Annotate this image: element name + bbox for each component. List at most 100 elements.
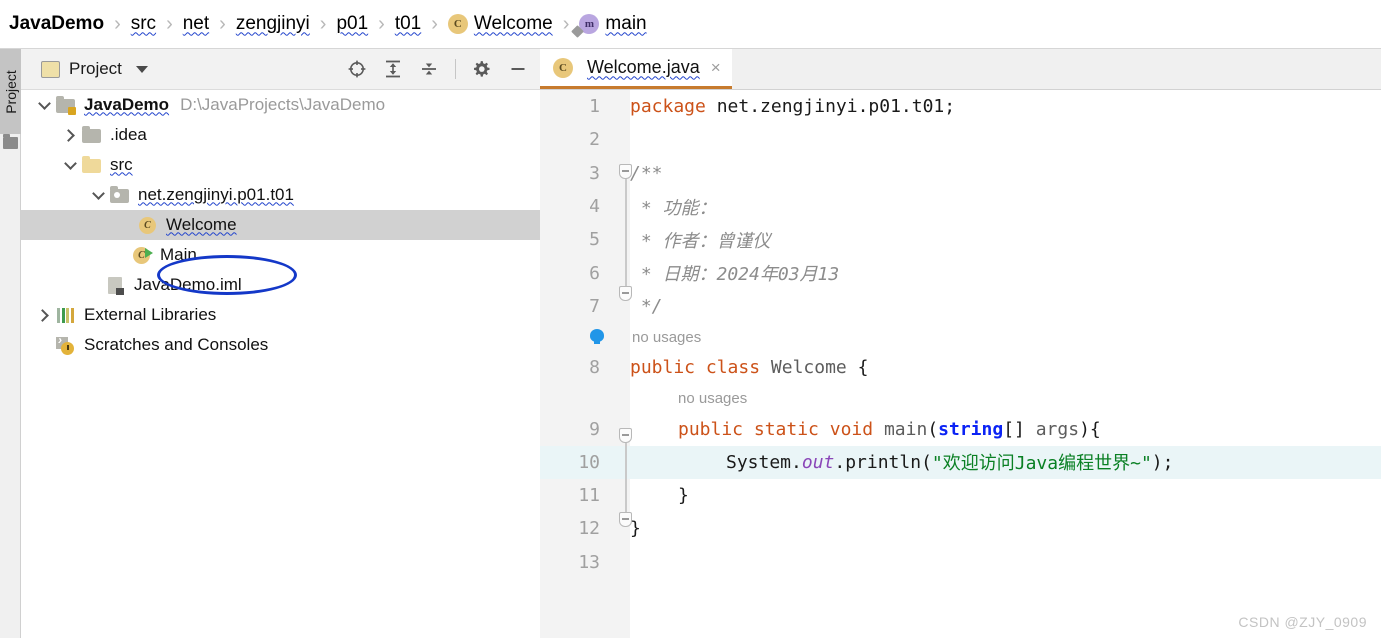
tree-node-welcome[interactable]: C Welcome — [21, 210, 540, 240]
keyword-public: public — [630, 357, 696, 379]
editor-area: C Welcome.java × 1 2 3 4 5 6 7 8 9 10 11 — [540, 49, 1381, 638]
editor-tab-label: Welcome.java — [587, 56, 700, 77]
param-args: args — [1035, 418, 1080, 440]
scratches-icon — [55, 335, 77, 355]
folder-icon — [3, 134, 18, 149]
toolbar-divider — [455, 59, 456, 79]
code-line-6: * 日期：2024年03月13 — [630, 256, 1381, 289]
keyword-public: public — [678, 418, 744, 440]
project-title: Project — [69, 59, 122, 78]
code-text[interactable]: package net.zengjinyi.p01.t01; /** * 功能：… — [630, 90, 1381, 638]
tree-node-label: net.zengjinyi.p01.t01 — [138, 184, 294, 204]
breadcrumb-label: p01 — [336, 12, 369, 34]
editor-tab-welcome-java[interactable]: C Welcome.java × — [540, 49, 732, 89]
gutter-line: 9 — [540, 412, 630, 445]
watermark: CSDN @ZJY_0909 — [1238, 614, 1367, 630]
code-line-8: public class Welcome { — [630, 351, 1381, 384]
system-ref: System. — [726, 451, 802, 473]
tree-node-main[interactable]: C Main — [21, 240, 540, 270]
editor-gutter[interactable]: 1 2 3 4 5 6 7 8 9 10 11 12 13 — [540, 90, 630, 638]
chevron-down-icon[interactable] — [59, 150, 81, 180]
tree-node-javademo[interactable]: JavaDemo D:\JavaProjects\JavaDemo — [21, 90, 540, 120]
hide-panel-icon[interactable] — [508, 59, 528, 79]
line-number: 5 — [589, 229, 600, 251]
line-number: 4 — [589, 196, 600, 218]
gutter-line: 7 — [540, 290, 630, 323]
chevron-down-icon[interactable] — [135, 65, 148, 73]
string-literal: "欢迎访问Java编程世界~" — [931, 453, 1152, 475]
chevron-down-icon[interactable] — [87, 180, 109, 210]
code-editor[interactable]: 1 2 3 4 5 6 7 8 9 10 11 12 13 package ne… — [540, 90, 1381, 638]
breadcrumb-item-p01[interactable]: p01 — [336, 0, 368, 48]
breadcrumb-separator-icon: › — [378, 12, 385, 35]
gutter-line: 13 — [540, 546, 630, 579]
tree-node-label: Main — [160, 244, 197, 264]
project-title-group[interactable]: Project — [41, 59, 148, 79]
runnable-class-icon: C — [131, 245, 153, 265]
folder-icon — [81, 125, 103, 145]
code-line-11: } — [630, 479, 1381, 512]
tree-node-label: JavaDemo — [84, 94, 170, 114]
breadcrumb-item-src[interactable]: src — [131, 0, 156, 48]
intention-bulb-icon[interactable] — [590, 329, 605, 344]
tree-node-external-libraries[interactable]: External Libraries — [21, 300, 540, 330]
line-number: 6 — [589, 262, 600, 284]
line-number: 7 — [589, 295, 600, 317]
code-folding-column[interactable] — [619, 90, 632, 638]
line-number: 3 — [589, 162, 600, 184]
method-name: main — [883, 418, 928, 440]
code-line-4: * 功能： — [630, 190, 1381, 223]
breadcrumb-label: Welcome — [473, 12, 553, 34]
tool-window-tab-project[interactable]: Project — [0, 49, 21, 134]
breadcrumb-separator-icon: › — [114, 12, 121, 35]
line-number: 12 — [578, 518, 600, 540]
tree-node-label: External Libraries — [84, 304, 217, 324]
usages-hint-class[interactable]: no usages — [630, 323, 1381, 351]
expand-all-icon[interactable] — [383, 59, 403, 79]
tree-node-package[interactable]: net.zengjinyi.p01.t01 — [21, 180, 540, 210]
tree-node-label: Welcome — [166, 214, 237, 234]
tree-node-idea[interactable]: .idea — [21, 120, 540, 150]
breadcrumb-label: JavaDemo — [9, 12, 105, 34]
libraries-icon — [55, 305, 77, 325]
tree-node-label: JavaDemo.iml — [134, 274, 242, 294]
tree-node-src[interactable]: src — [21, 150, 540, 180]
chevron-right-icon[interactable] — [59, 120, 81, 150]
line-tail: ){ — [1079, 418, 1101, 440]
gutter-line: 11 — [540, 479, 630, 512]
class-name: Welcome — [770, 357, 847, 379]
brace: } — [678, 485, 689, 507]
close-icon[interactable]: × — [711, 58, 721, 78]
breadcrumb-label: net — [182, 12, 210, 34]
fold-region-line — [625, 174, 627, 294]
code-line-3: /** — [630, 157, 1381, 190]
select-opened-file-icon[interactable] — [347, 59, 367, 79]
comment-text: /** — [630, 162, 663, 184]
tree-node-scratches[interactable]: Scratches and Consoles — [21, 330, 540, 360]
breadcrumb-item-zengjinyi[interactable]: zengjinyi — [236, 0, 310, 48]
gutter-line: 10 — [540, 445, 630, 479]
gutter-line: 8 — [540, 351, 630, 384]
package-name: net.zengjinyi.p01.t01; — [705, 96, 956, 118]
breadcrumb-label: zengjinyi — [235, 12, 310, 34]
chevron-right-icon[interactable] — [33, 300, 55, 330]
breadcrumb-item-welcome[interactable]: C Welcome — [447, 0, 553, 48]
gutter-line: 1 — [540, 90, 630, 123]
code-line-12: } — [630, 512, 1381, 545]
collapse-all-icon[interactable] — [419, 59, 439, 79]
idea-window: JavaDemo › src › net › zengjinyi › p01 ›… — [0, 0, 1381, 638]
breadcrumb-item-t01[interactable]: t01 — [395, 0, 421, 48]
line-number: 8 — [589, 357, 600, 379]
breadcrumb-item-net[interactable]: net — [183, 0, 209, 48]
chevron-down-icon[interactable] — [33, 90, 55, 120]
usages-hint-method[interactable]: no usages — [630, 384, 1381, 412]
breadcrumb-item-javademo[interactable]: JavaDemo — [9, 0, 104, 48]
tree-node-iml[interactable]: JavaDemo.iml — [21, 270, 540, 300]
project-toolbar: Project — [21, 49, 540, 90]
settings-gear-icon[interactable] — [472, 59, 492, 79]
usages-hint-label: no usages — [678, 389, 748, 407]
breadcrumb-item-main[interactable]: m main — [579, 0, 647, 48]
breadcrumb-separator-icon: › — [319, 12, 327, 35]
line-tail: ); — [1151, 451, 1174, 473]
